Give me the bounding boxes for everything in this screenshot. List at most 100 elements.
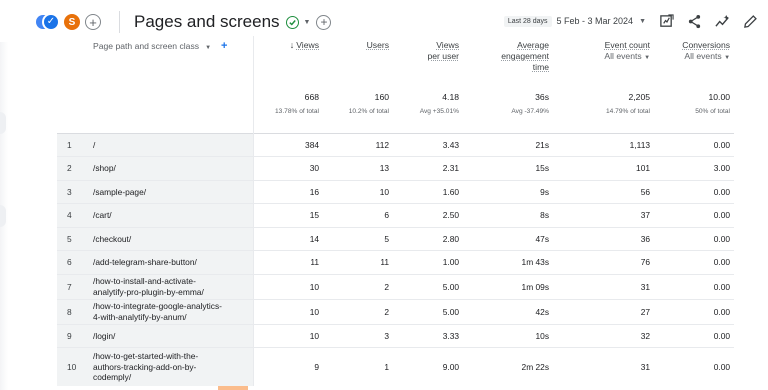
- page-path[interactable]: /add-telegram-share-button/: [81, 250, 254, 274]
- table-row[interactable]: 10 /how-to-get-started-with-the-authors-…: [57, 347, 735, 386]
- cell-engagement: 1m 09s: [463, 273, 554, 299]
- cell-views: 10: [252, 298, 324, 324]
- caret-down-icon[interactable]: ▼: [644, 55, 650, 61]
- table-row[interactable]: 1 / 384 112 3.43 21s 1,113 0.00: [57, 132, 735, 157]
- total-vpu-sub: Avg +35.01%: [419, 108, 460, 115]
- caret-down-icon[interactable]: ▼: [304, 19, 311, 26]
- views-per-user-column-header[interactable]: Views per user: [393, 36, 463, 86]
- event-count-label: Event count: [604, 40, 651, 50]
- table-row[interactable]: 6 /add-telegram-share-button/ 11 11 1.00…: [57, 250, 735, 274]
- table-row[interactable]: 3 /sample-page/ 16 10 1.60 9s 56 0.00: [57, 179, 735, 204]
- views-header-label: Views: [296, 40, 320, 50]
- row-number: 5: [57, 226, 81, 251]
- cell-events: 1,113: [553, 132, 655, 157]
- users-header-label: Users: [366, 40, 390, 50]
- table-row[interactable]: 7 /how-to-install-and-activate-analytify…: [57, 273, 735, 299]
- eng-header-line-2: engagement: [501, 51, 550, 62]
- users-column-header[interactable]: Users: [323, 36, 393, 86]
- cell-conversions: 0.00: [654, 323, 735, 348]
- total-users: 160 10.2% of total: [323, 86, 393, 133]
- cell-conversions: 0.00: [654, 347, 735, 386]
- event-count-column-header[interactable]: Event count All events ▼: [553, 36, 654, 86]
- cell-users: 11: [323, 250, 394, 274]
- event-count-filter[interactable]: All events: [604, 51, 641, 61]
- table-row[interactable]: 4 /cart/ 15 6 2.50 8s 37 0.00: [57, 203, 735, 227]
- totals-label-cell: [57, 86, 253, 133]
- page-path-line: analytify-pro-plugin-by-emma/: [93, 286, 204, 297]
- cell-engagement: 15s: [463, 156, 554, 180]
- page-path-line: authors-tracking-add-on-by-: [93, 361, 197, 372]
- comparison-toggle[interactable]: ✓: [36, 13, 60, 31]
- page-path[interactable]: /cart/: [81, 203, 254, 227]
- page-path[interactable]: /: [81, 132, 254, 157]
- cell-engagement: 21s: [463, 132, 554, 157]
- page-path[interactable]: /how-to-get-started-with-the-authors-tra…: [81, 347, 254, 386]
- cell-events: 101: [553, 156, 655, 180]
- cell-views: 10: [252, 323, 324, 348]
- cell-views: 11: [252, 250, 324, 274]
- row-number: 6: [57, 250, 81, 274]
- page-path[interactable]: /checkout/: [81, 226, 254, 251]
- cell-users: 2: [323, 298, 394, 324]
- engagement-column-header[interactable]: Average engagement time: [463, 36, 553, 86]
- add-filter-button[interactable]: +: [316, 14, 332, 30]
- page-path-line: /how-to-install-and-activate-: [93, 276, 196, 286]
- check-circle-icon[interactable]: [285, 15, 299, 29]
- checkmark-icon: ✓: [42, 13, 60, 31]
- share-icon[interactable]: [686, 13, 702, 29]
- pages-table: Page path and screen class ▼ + ↓ Views User…: [57, 36, 735, 386]
- cell-vpu: 2.80: [393, 226, 464, 251]
- table-row[interactable]: 5 /checkout/ 14 5 2.80 47s 36 0.00: [57, 226, 735, 251]
- cell-engagement: 42s: [463, 298, 554, 324]
- insights-icon[interactable]: [714, 13, 730, 29]
- row-number: 3: [57, 179, 81, 204]
- views-column-header[interactable]: ↓ Views: [252, 36, 324, 86]
- cell-conversions: 0.00: [654, 226, 735, 251]
- conversions-column-header[interactable]: Conversions All events ▼: [654, 36, 734, 86]
- cell-conversions: 0.00: [654, 298, 735, 324]
- dimension-header[interactable]: Page path and screen class ▼ +: [57, 36, 253, 86]
- total-vpu: 4.18 Avg +35.01%: [393, 86, 463, 133]
- cell-engagement: 1m 43s: [463, 250, 554, 274]
- total-events-sub: 14.79% of total: [606, 108, 651, 115]
- table-row[interactable]: 2 /shop/ 30 13 2.31 15s 101 3.00: [57, 156, 735, 180]
- cell-views: 9: [252, 347, 324, 386]
- date-range-text[interactable]: 5 Feb - 3 Mar 2024: [557, 16, 634, 26]
- totals-row: 668 13.78% of total 160 10.2% of total 4.1…: [57, 86, 734, 133]
- cell-events: 31: [553, 347, 655, 386]
- cell-users: 112: [323, 132, 394, 157]
- page-path-line: 4-with-analytify-by-anum/: [93, 311, 187, 322]
- conversions-filter[interactable]: All events: [684, 51, 721, 61]
- left-scroll-indicator: [0, 205, 6, 227]
- add-dimension-button[interactable]: +: [221, 40, 227, 52]
- table-row[interactable]: 9 /login/ 10 3 3.33 10s 32 0.00: [57, 323, 735, 348]
- cell-vpu: 1.60: [393, 179, 464, 204]
- cell-vpu: 5.00: [393, 298, 464, 324]
- edit-icon[interactable]: [742, 13, 758, 29]
- caret-down-icon[interactable]: ▼: [205, 45, 211, 51]
- conversions-label: Conversions: [682, 40, 731, 50]
- caret-down-icon[interactable]: ▼: [724, 55, 730, 61]
- customize-report-icon[interactable]: [658, 13, 674, 29]
- cell-views: 384: [252, 132, 324, 157]
- dimension-header-label: Page path and screen class: [93, 41, 200, 51]
- total-engagement: 36s Avg -37.49%: [463, 86, 553, 133]
- page-path-line: /how-to-get-started-with-the-: [93, 351, 199, 361]
- date-range-badge[interactable]: Last 28 days: [503, 15, 552, 27]
- segment-chip[interactable]: S: [64, 14, 80, 30]
- cell-views: 10: [252, 273, 324, 299]
- page-path[interactable]: /sample-page/: [81, 179, 254, 204]
- page-path[interactable]: /how-to-install-and-activate-analytify-p…: [81, 273, 254, 299]
- page-path[interactable]: /how-to-integrate-google-analytics- 4-wit…: [81, 298, 254, 324]
- eng-header-line-3: time: [532, 62, 550, 73]
- cell-events: 31: [553, 273, 655, 299]
- add-comparison-button[interactable]: +: [85, 14, 101, 30]
- page-path[interactable]: /shop/: [81, 156, 254, 180]
- cell-vpu: 3.33: [393, 323, 464, 348]
- page-title: Pages and screens: [134, 12, 280, 31]
- table-row[interactable]: 8 /how-to-integrate-google-analytics- 4-w…: [57, 298, 735, 324]
- page-path[interactable]: /login/: [81, 323, 254, 348]
- scrollbar-thumb[interactable]: [218, 386, 248, 390]
- caret-down-icon[interactable]: ▼: [639, 18, 646, 25]
- cell-users: 6: [323, 203, 394, 227]
